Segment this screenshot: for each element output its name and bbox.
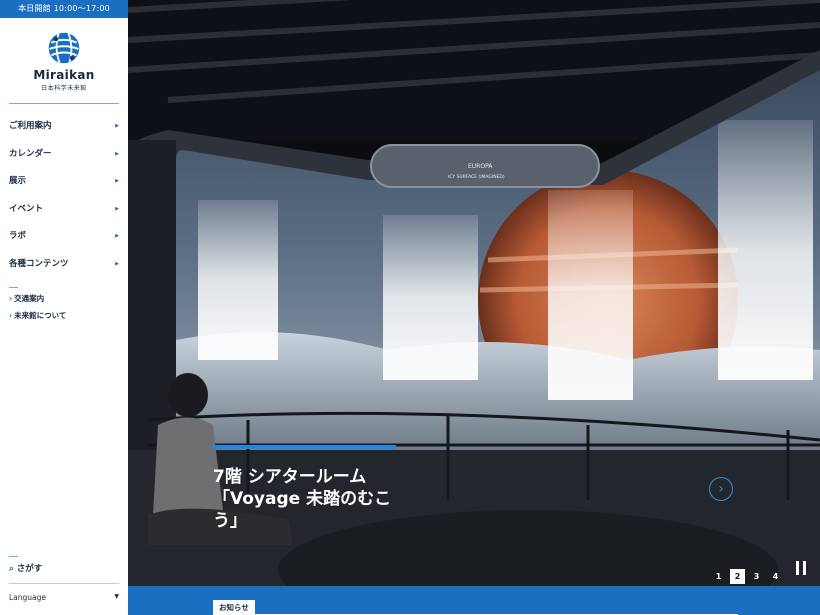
sub-links: › 交通案内 › 未来館について	[9, 292, 66, 326]
globe-logo-icon	[48, 32, 80, 64]
search-icon: ⌕	[9, 564, 14, 574]
language-label: Language	[9, 593, 47, 602]
notice-band: お知らせ	[128, 586, 820, 615]
triangle-right-icon: ▶	[115, 233, 119, 239]
nav-item-guide[interactable]: ご利用案内 ▶	[0, 117, 128, 145]
triangle-right-icon: ▶	[115, 150, 119, 157]
caret-down-icon: ▼	[114, 593, 119, 600]
triangle-right-icon: ▶	[115, 260, 119, 267]
slide-pager: 1 2 3 4	[711, 569, 783, 584]
nav-item-label: カレンダー	[9, 148, 52, 159]
nav-item-lab[interactable]: ラボ ▶	[0, 227, 128, 255]
pager-item[interactable]: 3	[749, 569, 764, 584]
link-about[interactable]: › 未来館について	[9, 309, 66, 326]
chevron-right-icon: ›	[718, 481, 724, 497]
nav-item-exhibitions[interactable]: 展示 ▶	[0, 172, 128, 200]
logo-subtitle: 日本科学未来館	[41, 85, 87, 92]
language-divider	[9, 583, 119, 584]
slide-progress-bar	[213, 445, 396, 449]
nav-item-label: 展示	[9, 176, 27, 186]
main-nav: ご利用案内 ▶ カレンダー ▶ 展示 ▶ イベント ▶ ラボ ▶ 各種コンテンツ…	[0, 117, 128, 282]
link-label: 未来館について	[14, 311, 67, 320]
pager-item[interactable]: 1	[711, 569, 726, 584]
nav-item-label: イベント	[9, 203, 44, 214]
pause-icon	[796, 561, 799, 575]
pause-icon	[803, 561, 806, 575]
sidebar-divider	[9, 103, 119, 104]
chevron-right-icon: ›	[9, 311, 13, 320]
notice-tab[interactable]: お知らせ	[213, 600, 255, 615]
sidebar: 本日開館 10:00〜17:00 Miraikan 日本科学未来館 ご利用案内 …	[0, 0, 128, 615]
triangle-right-icon: ▶	[115, 123, 119, 129]
hero-slider: EUROPA ICY SURFACE (IMAGINED) 7階 シアタールーム…	[128, 0, 820, 586]
search-button[interactable]: ⌕ さがす	[9, 562, 42, 574]
short-divider	[9, 287, 18, 288]
triangle-right-icon: ▶	[115, 178, 119, 184]
nav-item-calendar[interactable]: カレンダー ▶	[0, 145, 128, 173]
triangle-right-icon: ▶	[115, 205, 119, 212]
screen-label-secondary: ICY SURFACE (IMAGINED)	[448, 174, 505, 180]
opening-hours-bar: 本日開館 10:00〜17:00	[0, 0, 128, 18]
pager-item-active[interactable]: 2	[730, 569, 745, 584]
nav-item-label: ご利用案内	[9, 121, 52, 131]
slide-title[interactable]: 7階 シアタールーム「Voyage 未踏のむこう」	[213, 466, 403, 532]
chevron-right-icon: ›	[9, 294, 13, 303]
nav-item-contents[interactable]: 各種コンテンツ ▶	[0, 255, 128, 283]
link-label: 交通案内	[14, 294, 45, 303]
short-divider	[9, 556, 18, 557]
screen-label-primary: EUROPA	[468, 163, 493, 170]
pager-item[interactable]: 4	[768, 569, 783, 584]
nav-item-label: 各種コンテンツ	[9, 258, 69, 269]
nav-item-label: ラボ	[9, 231, 27, 241]
logo-name: Miraikan	[33, 68, 95, 82]
pause-button[interactable]	[796, 561, 808, 575]
nav-item-events[interactable]: イベント ▶	[0, 200, 128, 228]
next-slide-button[interactable]: ›	[709, 477, 733, 501]
search-label: さがす	[16, 564, 43, 574]
miraikan-logo[interactable]: Miraikan 日本科学未来館	[0, 30, 128, 92]
link-access[interactable]: › 交通案内	[9, 292, 66, 309]
language-select[interactable]: Language ▼	[9, 593, 119, 602]
